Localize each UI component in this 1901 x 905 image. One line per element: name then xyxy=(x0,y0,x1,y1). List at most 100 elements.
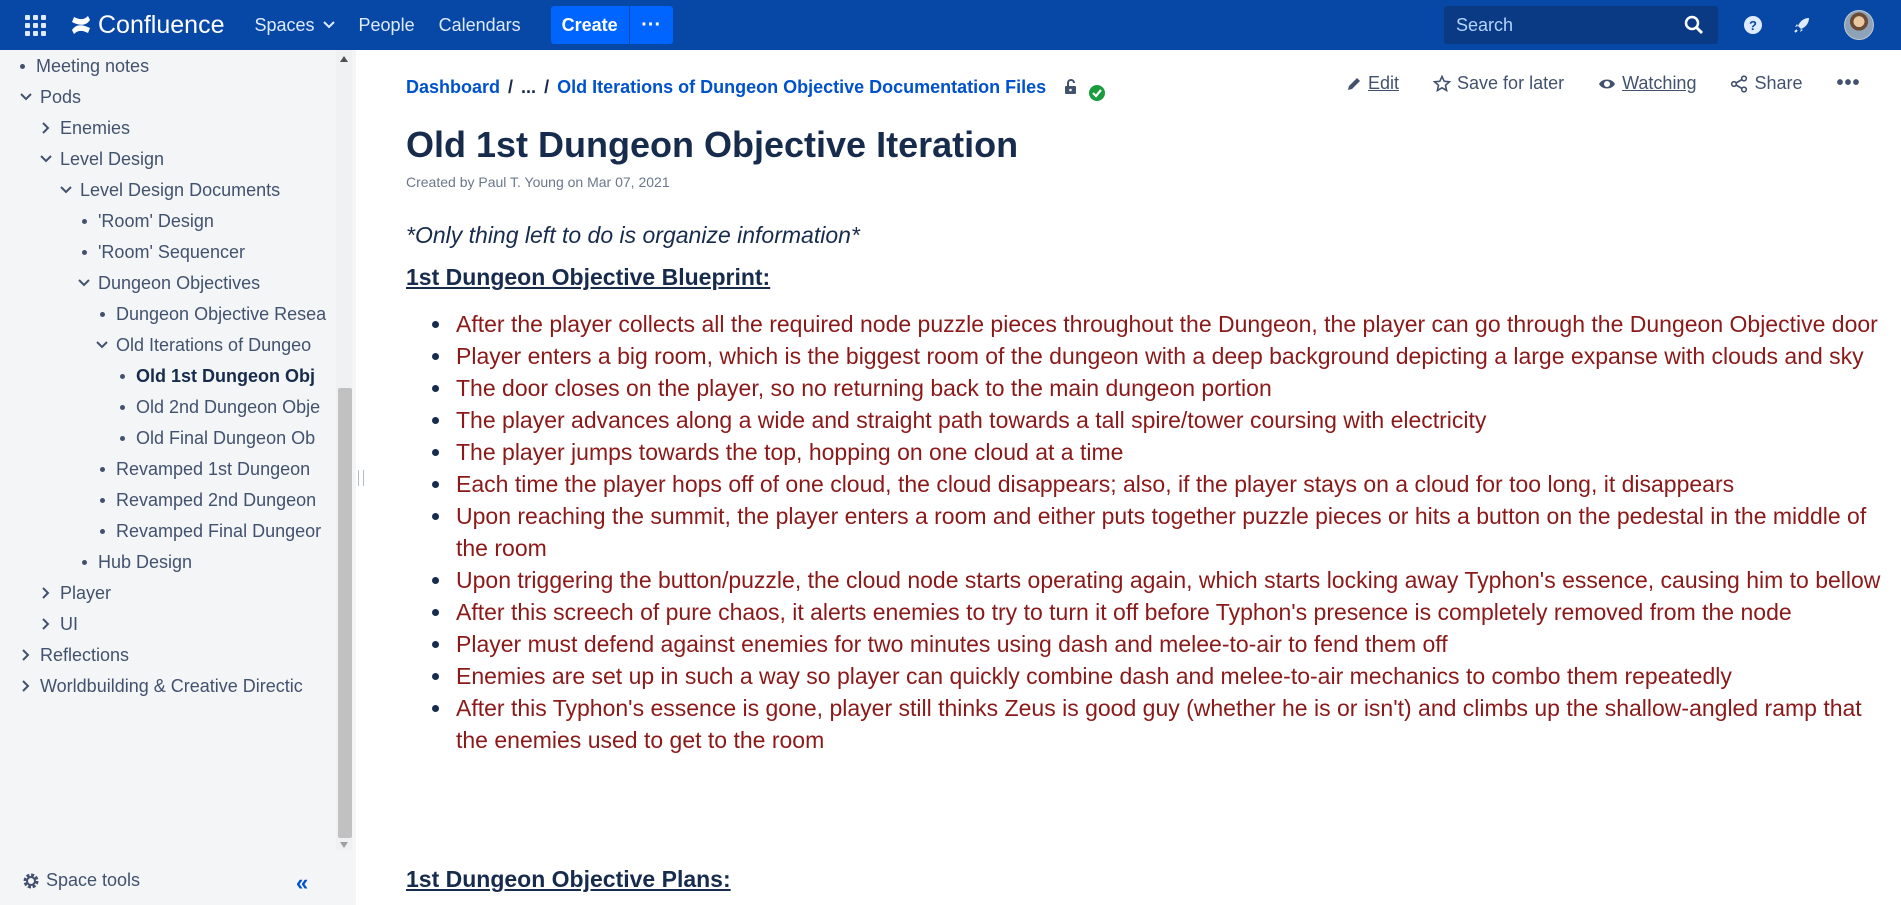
sidebar-tree-item[interactable]: Revamped 2nd Dungeon xyxy=(92,485,316,515)
watching-button[interactable]: Watching xyxy=(1598,73,1696,94)
list-item: Player enters a big room, which is the b… xyxy=(432,340,1886,372)
sidebar-item-label: Pods xyxy=(40,86,82,107)
list-item: Player must defend against enemies for t… xyxy=(432,628,1886,660)
sidebar-tree-item[interactable]: Worldbuilding & Creative Directic xyxy=(16,671,303,701)
sidebar-tree-item[interactable]: UI xyxy=(36,609,78,639)
list-item: Upon reaching the summit, the player ent… xyxy=(432,500,1886,564)
sidebar-tree-item[interactable]: Level Design xyxy=(36,144,164,174)
page-title: Old 1st Dungeon Objective Iteration xyxy=(406,124,1019,165)
page-byline: Created by Paul T. Young on Mar 07, 2021 xyxy=(406,174,670,190)
bullet-icon xyxy=(112,435,132,441)
sidebar-item-label: UI xyxy=(60,613,78,634)
more-actions-button[interactable]: ••• xyxy=(1837,72,1861,95)
sidebar-tree-item[interactable]: Dungeon Objectives xyxy=(74,268,260,298)
save-for-later-button[interactable]: Save for later xyxy=(1433,73,1564,94)
sidebar-tree-item[interactable]: Old Final Dungeon Ob xyxy=(112,423,315,453)
scroll-down-arrow-icon[interactable] xyxy=(340,842,348,848)
scroll-up-arrow-icon[interactable] xyxy=(340,56,348,62)
breadcrumb-parent-page[interactable]: Old Iterations of Dungeon Objective Docu… xyxy=(557,77,1046,98)
breadcrumb-dashboard[interactable]: Dashboard xyxy=(406,77,500,98)
main-content: Dashboard / ... / Old Iterations of Dung… xyxy=(366,50,1901,905)
bullet-icon xyxy=(92,311,112,317)
sidebar-item-label: 'Room' Sequencer xyxy=(98,241,245,262)
sidebar-item-label: Dungeon Objective Resea xyxy=(116,303,327,324)
edit-button[interactable]: Edit xyxy=(1346,73,1399,94)
bullet-icon xyxy=(12,63,32,69)
create-button[interactable]: Create xyxy=(550,6,629,44)
chevron-down-icon[interactable] xyxy=(36,155,56,163)
sidebar-item-label: Enemies xyxy=(60,117,131,138)
sidebar-tree-item[interactable]: Enemies xyxy=(36,113,130,143)
chevron-down-icon[interactable] xyxy=(74,279,94,287)
list-item: The player advances along a wide and str… xyxy=(432,404,1886,436)
unlock-icon[interactable] xyxy=(1064,79,1078,95)
top-navigation: Confluence Spaces People Calendars Creat… xyxy=(0,0,1901,50)
chevron-down-icon[interactable] xyxy=(56,186,76,194)
confluence-logo[interactable]: Confluence xyxy=(70,0,224,50)
space-tools-label: Space tools xyxy=(46,870,141,890)
help-button[interactable]: ? xyxy=(1741,13,1765,37)
sidebar-tree-item[interactable]: Meeting notes xyxy=(12,51,149,81)
sidebar-tree-item[interactable]: Player xyxy=(36,578,111,608)
sidebar-item-label: 'Room' Design xyxy=(98,210,214,231)
notifications-button[interactable] xyxy=(1790,13,1814,37)
sidebar-tree-item[interactable]: Pods xyxy=(16,82,81,112)
user-avatar[interactable] xyxy=(1844,10,1874,40)
search-icon xyxy=(1684,15,1704,35)
sidebar-tree-item[interactable]: 'Room' Sequencer xyxy=(74,237,245,267)
collapse-sidebar-button[interactable]: « xyxy=(296,870,308,896)
chevron-right-icon[interactable] xyxy=(36,122,56,134)
sidebar-item-label: Revamped Final Dungeor xyxy=(116,520,322,541)
save-for-later-label: Save for later xyxy=(1457,73,1565,93)
chevron-right-icon[interactable] xyxy=(36,587,56,599)
blueprint-list: After the player collects all the requir… xyxy=(432,308,1886,756)
chevron-down-icon xyxy=(322,21,335,29)
sidebar-tree-item[interactable]: Hub Design xyxy=(74,547,192,577)
share-button[interactable]: Share xyxy=(1730,73,1803,94)
chevron-right-icon[interactable] xyxy=(16,680,36,692)
sidebar-tree-item[interactable]: Revamped 1st Dungeon xyxy=(92,454,310,484)
list-item: Each time the player hops off of one clo… xyxy=(432,468,1886,500)
page-actions: Edit Save for later Watching Share ••• xyxy=(1346,72,1861,95)
pencil-icon xyxy=(1348,77,1360,90)
sidebar-tree-item[interactable]: Old Iterations of Dungeo xyxy=(92,330,311,360)
bullet-icon xyxy=(92,497,112,503)
bullet-icon xyxy=(74,249,94,255)
page-tree: Meeting notes Pods Enemies Level Design Leve… xyxy=(0,50,336,850)
breadcrumb-separator: / xyxy=(544,76,550,97)
sidebar-tree-item[interactable]: Old 1st Dungeon Obj xyxy=(112,361,315,391)
sidebar-tree-item[interactable]: 'Room' Design xyxy=(74,206,214,236)
bullet-icon xyxy=(74,218,94,224)
bullet-icon xyxy=(92,466,112,472)
chevron-down-icon[interactable] xyxy=(16,93,36,101)
sidebar-tree-item[interactable]: Reflections xyxy=(16,640,129,670)
sidebar-item-label: Old Final Dungeon Ob xyxy=(136,427,316,448)
bullet-icon xyxy=(74,559,94,565)
sidebar-scrollbar-thumb[interactable] xyxy=(338,388,352,838)
sidebar-tree-item[interactable]: Level Design Documents xyxy=(56,175,280,205)
sidebar-tree-item[interactable]: Old 2nd Dungeon Obje xyxy=(112,392,320,422)
search-placeholder: Search xyxy=(1456,14,1514,35)
sidebar-item-label: Revamped 1st Dungeon xyxy=(116,458,311,479)
list-item: Upon triggering the button/puzzle, the c… xyxy=(432,564,1886,596)
create-more-button[interactable]: ··· xyxy=(628,6,673,44)
watching-label: Watching xyxy=(1622,73,1697,93)
people-link[interactable]: People xyxy=(347,0,427,50)
chevron-right-icon[interactable] xyxy=(16,649,36,661)
spaces-menu[interactable]: Spaces xyxy=(242,0,346,50)
sidebar: Meeting notes Pods Enemies Level Design Leve… xyxy=(0,50,356,905)
breadcrumb: Dashboard / ... / Old Iterations of Dung… xyxy=(406,72,1106,102)
svg-text:?: ? xyxy=(1749,18,1757,33)
sidebar-tree-item[interactable]: Revamped Final Dungeor xyxy=(92,516,321,546)
calendars-link[interactable]: Calendars xyxy=(427,0,533,50)
breadcrumb-ellipsis[interactable]: ... xyxy=(521,77,536,98)
search-input[interactable]: Search xyxy=(1444,6,1718,44)
chevron-down-icon[interactable] xyxy=(92,341,112,349)
chevron-right-icon[interactable] xyxy=(36,618,56,630)
list-item: Enemies are set up in such a way so play… xyxy=(432,660,1886,692)
sidebar-tree-item[interactable]: Dungeon Objective Resea xyxy=(92,299,326,329)
sidebar-resize-handle[interactable] xyxy=(358,470,364,486)
app-switcher-button[interactable] xyxy=(0,0,70,50)
space-tools-button[interactable]: Space tools xyxy=(22,870,140,891)
sidebar-item-label: Level Design Documents xyxy=(80,179,281,200)
